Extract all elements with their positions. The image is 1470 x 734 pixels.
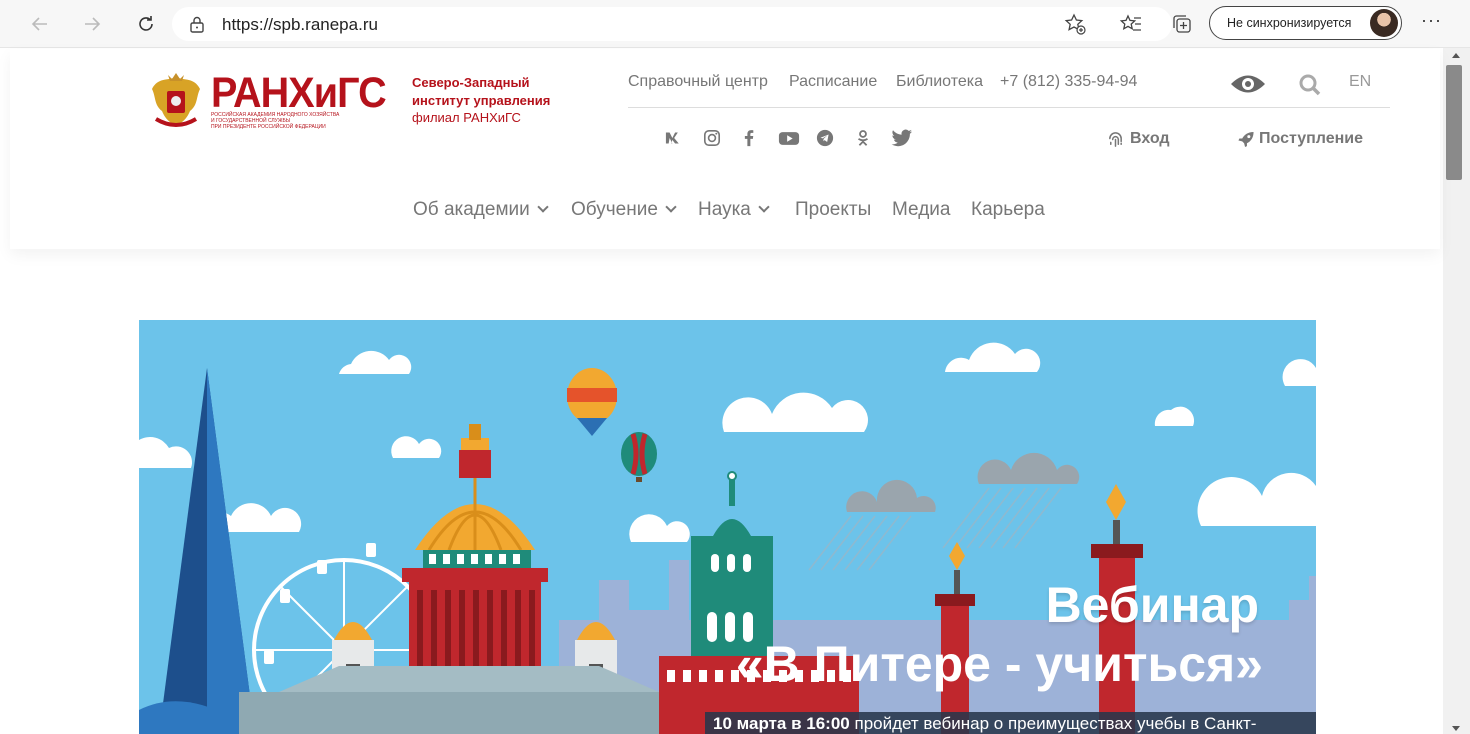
youtube-icon[interactable]: [778, 127, 800, 149]
browser-toolbar: https://spb.ranepa.ru Не синхронизируетс…: [0, 0, 1470, 48]
rocket-icon: [1238, 131, 1254, 148]
instagram-icon[interactable]: [701, 127, 723, 149]
back-button[interactable]: [25, 9, 55, 39]
scroll-thumb[interactable]: [1446, 65, 1462, 180]
menu-projects[interactable]: Проекты: [795, 199, 871, 221]
refresh-button[interactable]: [131, 9, 161, 39]
more-menu-button[interactable]: ···: [1421, 10, 1442, 31]
sync-label: Не синхронизируется: [1227, 16, 1352, 30]
chevron-down-icon: [758, 201, 770, 213]
accessibility-eye-icon[interactable]: [1229, 71, 1267, 97]
vk-icon[interactable]: [665, 127, 687, 149]
chevron-down-icon: [537, 201, 549, 213]
twitter-icon[interactable]: [891, 127, 913, 149]
header-divider: [628, 107, 1390, 108]
site-info-icon[interactable]: [188, 15, 206, 33]
menu-education-label: Обучение: [571, 199, 658, 220]
webinar-banner[interactable]: Вебинар «В Питере - учиться» 10 марта в …: [139, 320, 1316, 734]
banner-caption-text: пройдет вебинар о преимуществах учебы в …: [849, 714, 1257, 733]
login-link[interactable]: Вход: [1130, 130, 1170, 148]
menu-about-label: Об академии: [413, 199, 530, 220]
banner-title: Вебинар: [1045, 577, 1259, 633]
telegram-icon[interactable]: [814, 127, 836, 149]
brand-sub-line: ПРИ ПРЕЗИДЕНТЕ РОССИЙСКОЙ ФЕДЕРАЦИИ: [211, 124, 326, 130]
menu-education[interactable]: Обучение: [571, 199, 677, 221]
arrow-left-icon: [31, 17, 47, 31]
search-icon[interactable]: [1298, 73, 1322, 97]
emblem-logo[interactable]: [150, 71, 202, 133]
fingerprint-icon: [1109, 132, 1122, 147]
facebook-icon[interactable]: [738, 127, 760, 149]
institute-name-line[interactable]: институт управления: [412, 93, 550, 108]
add-favorite-icon[interactable]: [1063, 12, 1087, 36]
chevron-down-icon: [665, 201, 677, 213]
link-schedule[interactable]: Расписание: [789, 73, 877, 91]
link-library[interactable]: Библиотека: [896, 73, 983, 91]
refresh-icon: [139, 16, 153, 31]
menu-media[interactable]: Медиа: [892, 199, 950, 221]
brand-subtitle: РОССИЙСКАЯ АКАДЕМИЯ НАРОДНОГО ХОЗЯЙСТВА …: [211, 112, 371, 130]
avatar: [1370, 9, 1398, 37]
profile-sync-button[interactable]: Не синхронизируется: [1209, 6, 1402, 40]
menu-science-label: Наука: [698, 199, 751, 220]
collections-icon[interactable]: [1170, 12, 1194, 36]
institute-name-line[interactable]: Северо-Западный: [412, 75, 530, 90]
institute-branch-line[interactable]: филиал РАНХиГС: [412, 110, 521, 125]
favorites-icon[interactable]: [1119, 12, 1143, 36]
banner-date: 10 марта в 16:00: [713, 714, 850, 733]
phone-link[interactable]: +7 (812) 335-94-94: [1000, 73, 1137, 91]
banner-subtitle: «В Питере - учиться»: [735, 636, 1263, 692]
menu-career[interactable]: Карьера: [971, 199, 1045, 221]
banner-caption: 10 марта в 16:00 пройдет вебинар о преим…: [713, 714, 1256, 734]
admission-link[interactable]: Поступление: [1259, 130, 1363, 148]
scroll-up-arrow[interactable]: [1452, 53, 1460, 58]
menu-science[interactable]: Наука: [698, 199, 770, 221]
url-text[interactable]: https://spb.ranepa.ru: [222, 15, 378, 35]
forward-button[interactable]: [77, 9, 107, 39]
menu-about[interactable]: Об академии: [413, 199, 549, 221]
arrow-right-icon: [85, 17, 101, 31]
scroll-down-arrow[interactable]: [1452, 726, 1460, 731]
brand-logo-text[interactable]: РАНХиГС: [211, 72, 387, 115]
address-bar[interactable]: https://spb.ranepa.ru: [172, 7, 1172, 41]
odnoklassniki-icon[interactable]: [852, 127, 874, 149]
language-switch-en[interactable]: EN: [1349, 73, 1371, 91]
link-help-center[interactable]: Справочный центр: [628, 73, 768, 91]
